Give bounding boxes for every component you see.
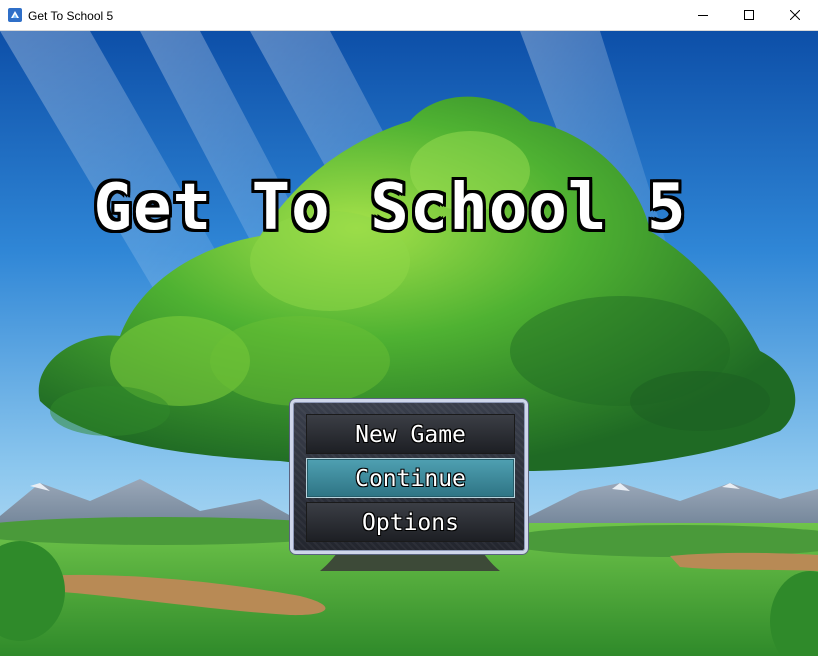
game-viewport[interactable]: Get To School 5 New Game Continue Option… — [0, 31, 818, 656]
close-button[interactable] — [772, 0, 818, 31]
title-background — [0, 31, 818, 656]
app-icon — [8, 8, 22, 22]
window-titlebar: Get To School 5 — [0, 0, 818, 31]
close-icon — [790, 10, 800, 20]
maximize-icon — [744, 10, 754, 20]
continue-button[interactable]: Continue — [306, 458, 515, 498]
maximize-button[interactable] — [726, 0, 772, 31]
new-game-button[interactable]: New Game — [306, 414, 515, 454]
minimize-icon — [698, 15, 708, 16]
game-title: Get To School 5 — [93, 171, 687, 245]
minimize-button[interactable] — [680, 0, 726, 31]
title-command-window: New Game Continue Options — [290, 399, 528, 554]
window-title: Get To School 5 — [28, 9, 114, 23]
options-button[interactable]: Options — [306, 502, 515, 542]
